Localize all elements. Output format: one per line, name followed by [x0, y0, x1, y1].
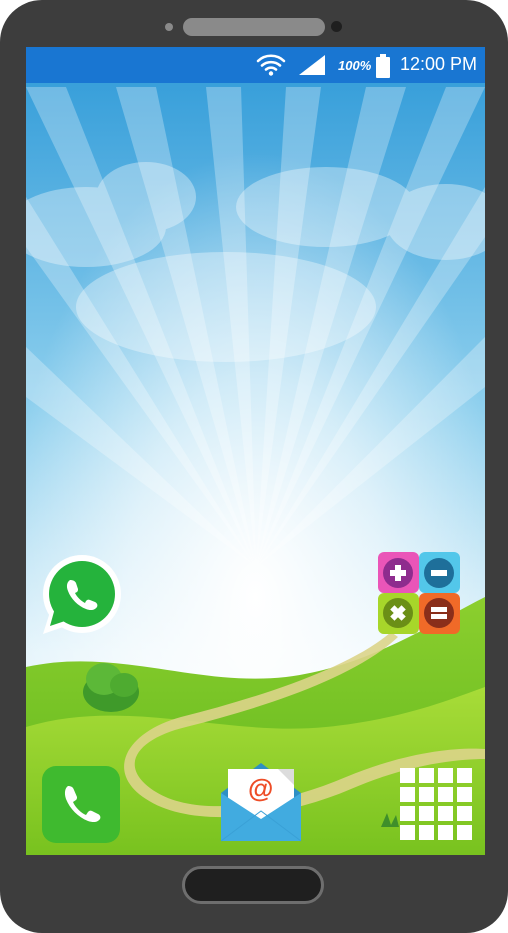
wifi-icon — [256, 54, 286, 76]
whatsapp-app-button[interactable] — [40, 554, 124, 638]
signal-icon — [299, 55, 325, 75]
home-screen: 100% 12:00 PM @ — [26, 47, 485, 855]
calculator-app-button[interactable] — [378, 552, 460, 634]
proximity-sensor — [165, 23, 173, 31]
status-time: 12:00 PM — [400, 54, 478, 74]
wallpaper — [26, 47, 485, 855]
status-bar: 100% 12:00 PM — [26, 47, 485, 83]
email-at-glyph: @ — [248, 773, 274, 803]
whatsapp-icon — [43, 555, 121, 634]
email-app-button[interactable]: @ — [220, 761, 302, 843]
phone-icon — [42, 766, 120, 843]
earpiece-speaker — [183, 18, 325, 36]
front-camera — [331, 21, 342, 32]
app-drawer-button[interactable] — [398, 768, 474, 844]
app-grid-icon — [400, 768, 472, 840]
home-button[interactable] — [182, 866, 324, 904]
battery-icon — [376, 54, 390, 78]
battery-percentage: 100% — [338, 58, 372, 73]
phone-app-button[interactable] — [42, 766, 120, 843]
phone-frame: 100% 12:00 PM @ — [0, 0, 508, 933]
calculator-icon — [378, 552, 460, 634]
